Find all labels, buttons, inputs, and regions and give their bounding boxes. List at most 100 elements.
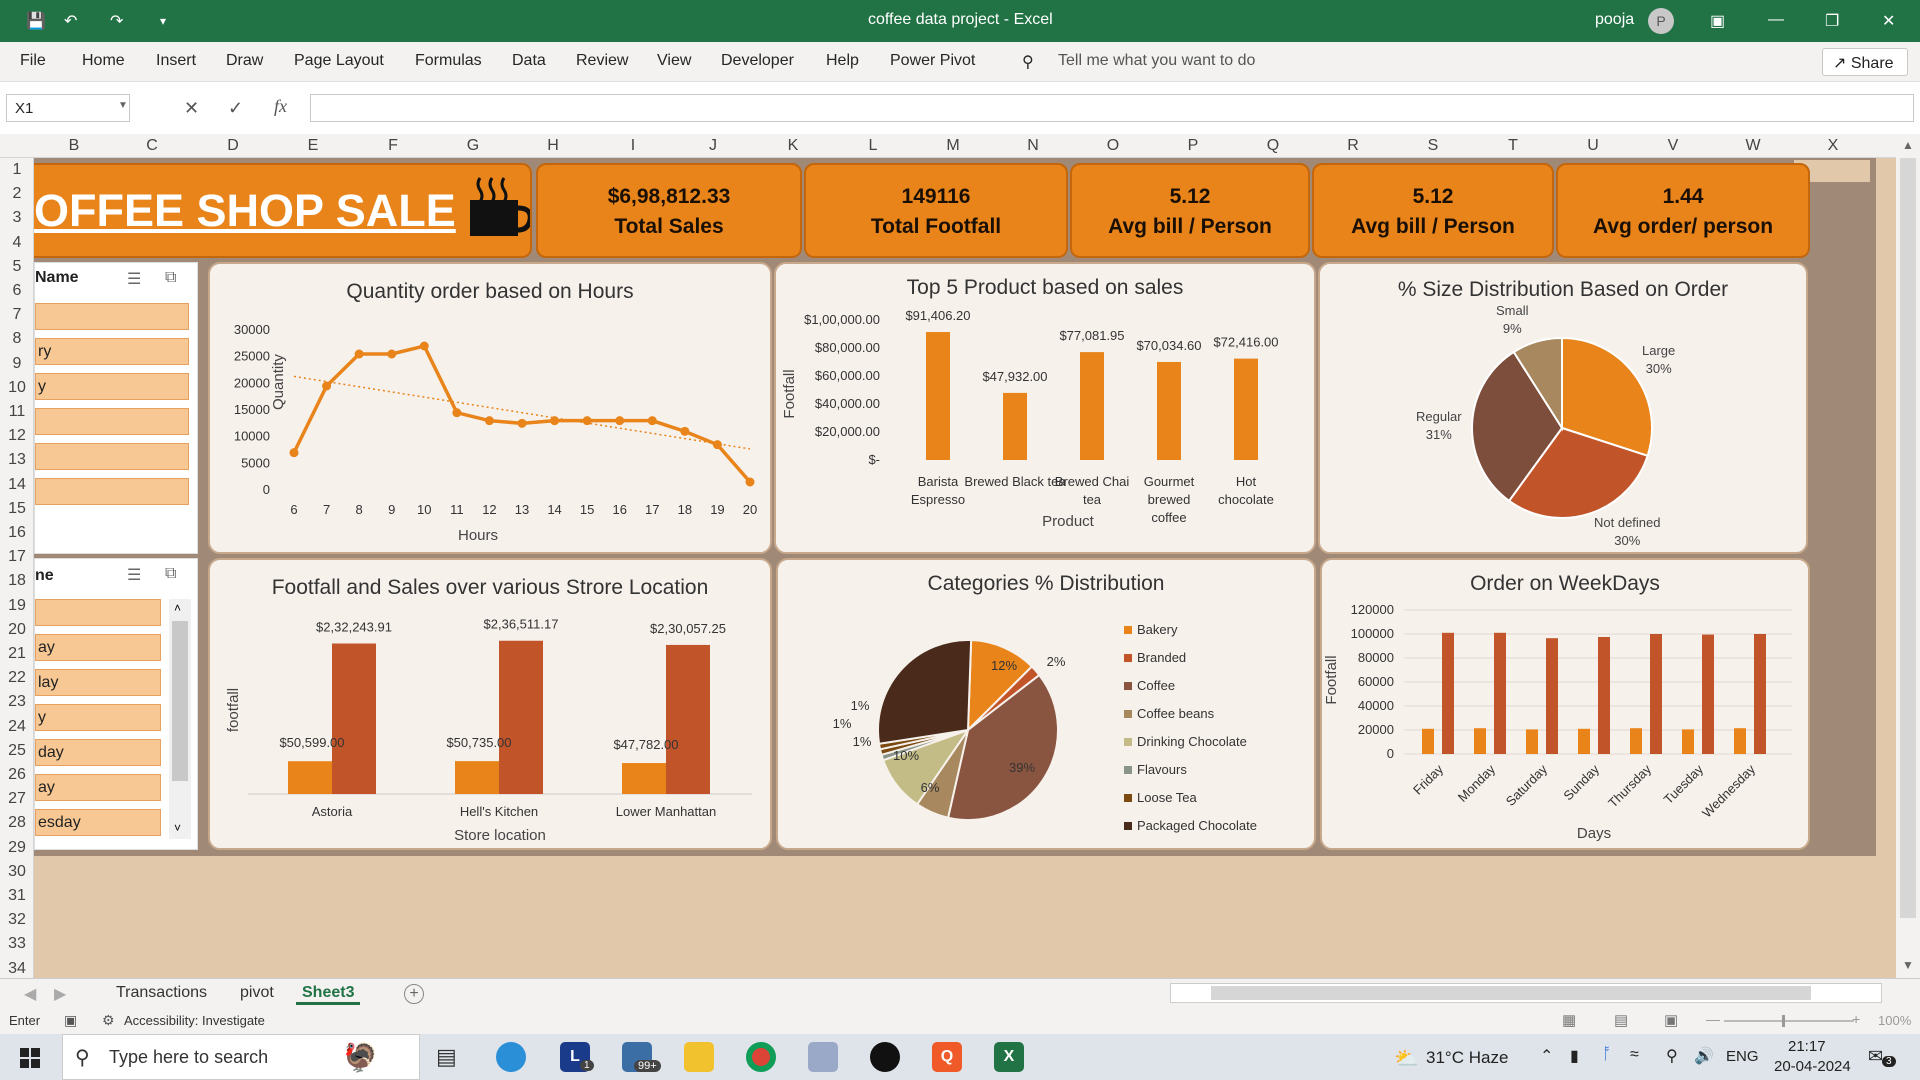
column-header-t[interactable]: T bbox=[1483, 137, 1543, 155]
page-break-view-icon[interactable]: ▣ bbox=[1664, 1011, 1678, 1029]
column-header-f[interactable]: F bbox=[363, 137, 423, 155]
row-header[interactable]: 7 bbox=[0, 306, 34, 324]
slicer-item[interactable] bbox=[35, 408, 189, 435]
chart-hours[interactable]: Quantity order based on Hours Quantity H… bbox=[208, 262, 772, 554]
github-icon[interactable] bbox=[870, 1042, 900, 1072]
row-header[interactable]: 2 bbox=[0, 185, 34, 203]
row-header[interactable]: 3 bbox=[0, 209, 34, 227]
row-header[interactable]: 11 bbox=[0, 403, 34, 421]
zoom-slider[interactable] bbox=[1724, 1020, 1854, 1022]
slicer-item[interactable]: esday bbox=[35, 809, 161, 836]
row-header[interactable]: 5 bbox=[0, 258, 34, 276]
slicer-item[interactable]: ay bbox=[35, 634, 161, 661]
slicer-item[interactable]: day bbox=[35, 739, 161, 766]
language-indicator[interactable]: ENG bbox=[1726, 1048, 1759, 1065]
column-header-v[interactable]: V bbox=[1643, 137, 1703, 155]
clock-time[interactable]: 21:17 bbox=[1788, 1038, 1826, 1055]
row-header[interactable]: 21 bbox=[0, 645, 34, 663]
horizontal-scrollbar[interactable] bbox=[1170, 983, 1882, 1003]
column-header-r[interactable]: R bbox=[1323, 137, 1383, 155]
bluetooth-icon[interactable]: ᚩ bbox=[1602, 1046, 1612, 1064]
zoom-out-icon[interactable]: — bbox=[1706, 1011, 1720, 1027]
scroll-up-icon[interactable]: ˄ bbox=[174, 601, 181, 615]
volume-icon[interactable]: 🔊 bbox=[1694, 1046, 1714, 1066]
scroll-up-icon[interactable]: ▲ bbox=[1902, 138, 1914, 152]
tab-review[interactable]: Review bbox=[576, 52, 628, 70]
slicer-item[interactable]: ay bbox=[35, 774, 161, 801]
multi-select-icon[interactable]: ☰ bbox=[127, 269, 141, 289]
tab-help[interactable]: Help bbox=[826, 52, 859, 70]
close-icon[interactable]: ✕ bbox=[1882, 11, 1895, 31]
clock-date[interactable]: 20-04-2024 bbox=[1774, 1058, 1851, 1075]
row-header[interactable]: 28 bbox=[0, 814, 34, 832]
slicer-item[interactable] bbox=[35, 478, 189, 505]
row-header[interactable]: 18 bbox=[0, 572, 34, 590]
weather-text[interactable]: 31°C Haze bbox=[1426, 1048, 1508, 1068]
sheet-tab-sheet3[interactable]: Sheet3 bbox=[296, 984, 361, 1005]
tab-data[interactable]: Data bbox=[512, 52, 546, 70]
row-header[interactable]: 1 bbox=[0, 161, 34, 179]
qat-customize-icon[interactable]: ▾ bbox=[160, 14, 166, 28]
chart-store[interactable]: Footfall and Sales over various Strore L… bbox=[208, 558, 772, 850]
file-explorer-icon[interactable] bbox=[684, 1042, 714, 1072]
network-icon[interactable]: ≈ bbox=[1630, 1046, 1639, 1064]
row-header[interactable]: 27 bbox=[0, 790, 34, 808]
taskbar-search[interactable]: ⚲ Type here to search 🦃 bbox=[62, 1034, 420, 1080]
scroll-thumb[interactable] bbox=[1211, 986, 1811, 1000]
multi-select-icon[interactable]: ☰ bbox=[127, 565, 141, 585]
column-header-u[interactable]: U bbox=[1563, 137, 1623, 155]
chart-top5[interactable]: Top 5 Product based on sales Footfall Pr… bbox=[774, 262, 1316, 554]
chart-categories[interactable]: Categories % Distribution 12% 2% 39% 6% 10% 1… bbox=[776, 558, 1316, 850]
column-header-p[interactable]: P bbox=[1163, 137, 1223, 155]
share-button[interactable]: ↗ Share bbox=[1822, 48, 1908, 76]
zoom-slider-thumb[interactable] bbox=[1782, 1015, 1785, 1027]
row-header[interactable]: 15 bbox=[0, 500, 34, 518]
column-header-k[interactable]: K bbox=[763, 137, 823, 155]
slicer-item[interactable] bbox=[35, 303, 189, 330]
row-header[interactable]: 26 bbox=[0, 766, 34, 784]
column-header-q[interactable]: Q bbox=[1243, 137, 1303, 155]
formula-input[interactable] bbox=[310, 94, 1914, 122]
minimize-icon[interactable]: — bbox=[1768, 11, 1784, 29]
task-view-icon[interactable]: ▤ bbox=[436, 1044, 457, 1070]
scroll-thumb[interactable] bbox=[172, 621, 188, 781]
ribbon-display-icon[interactable]: ▣ bbox=[1710, 11, 1725, 31]
zoom-level[interactable]: 100% bbox=[1878, 1013, 1911, 1028]
column-header-o[interactable]: O bbox=[1083, 137, 1143, 155]
column-header-j[interactable]: J bbox=[683, 137, 743, 155]
name-box-dropdown-icon[interactable]: ▼ bbox=[118, 100, 128, 111]
windows-start-icon[interactable] bbox=[20, 1048, 40, 1068]
tell-me-search[interactable]: Tell me what you want to do bbox=[1058, 52, 1255, 70]
accessibility-status[interactable]: Accessibility: Investigate bbox=[124, 1013, 265, 1028]
undo-icon[interactable]: ↶ bbox=[64, 11, 77, 31]
normal-view-icon[interactable]: ▦ bbox=[1562, 1011, 1576, 1029]
column-header-b[interactable]: B bbox=[44, 137, 104, 155]
tab-home[interactable]: Home bbox=[82, 52, 125, 70]
tab-draw[interactable]: Draw bbox=[226, 52, 263, 70]
column-header-d[interactable]: D bbox=[203, 137, 263, 155]
scroll-thumb[interactable] bbox=[1900, 158, 1916, 918]
notification-icon[interactable]: ✉ bbox=[1868, 1046, 1883, 1067]
column-header-c[interactable]: C bbox=[122, 137, 182, 155]
edge-icon[interactable] bbox=[496, 1042, 526, 1072]
zoom-in-icon[interactable]: + bbox=[1852, 1011, 1860, 1027]
tab-page-layout[interactable]: Page Layout bbox=[294, 52, 384, 70]
column-header-i[interactable]: I bbox=[603, 137, 663, 155]
column-header-m[interactable]: M bbox=[923, 137, 983, 155]
tab-developer[interactable]: Developer bbox=[721, 52, 794, 70]
prev-sheet-icon[interactable]: ◀ bbox=[24, 984, 36, 1004]
tab-power-pivot[interactable]: Power Pivot bbox=[890, 52, 975, 70]
column-header-e[interactable]: E bbox=[283, 137, 343, 155]
row-header[interactable]: 16 bbox=[0, 524, 34, 542]
column-header-h[interactable]: H bbox=[523, 137, 583, 155]
row-header[interactable]: 25 bbox=[0, 742, 34, 760]
redo-icon[interactable]: ↷ bbox=[110, 11, 123, 31]
slicer-item[interactable] bbox=[35, 599, 161, 626]
tab-insert[interactable]: Insert bbox=[156, 52, 196, 70]
sheet-tab-transactions[interactable]: Transactions bbox=[116, 984, 207, 1002]
slicer-item[interactable]: ry bbox=[35, 338, 189, 365]
slicer-2[interactable]: ne ☰ ⧉ ay lay y day ay esday ˄ ˅ bbox=[34, 558, 198, 850]
avatar[interactable]: P bbox=[1648, 8, 1674, 34]
column-header-x[interactable]: X bbox=[1803, 137, 1863, 155]
chart-size[interactable]: % Size Distribution Based on Order Small… bbox=[1318, 262, 1808, 554]
